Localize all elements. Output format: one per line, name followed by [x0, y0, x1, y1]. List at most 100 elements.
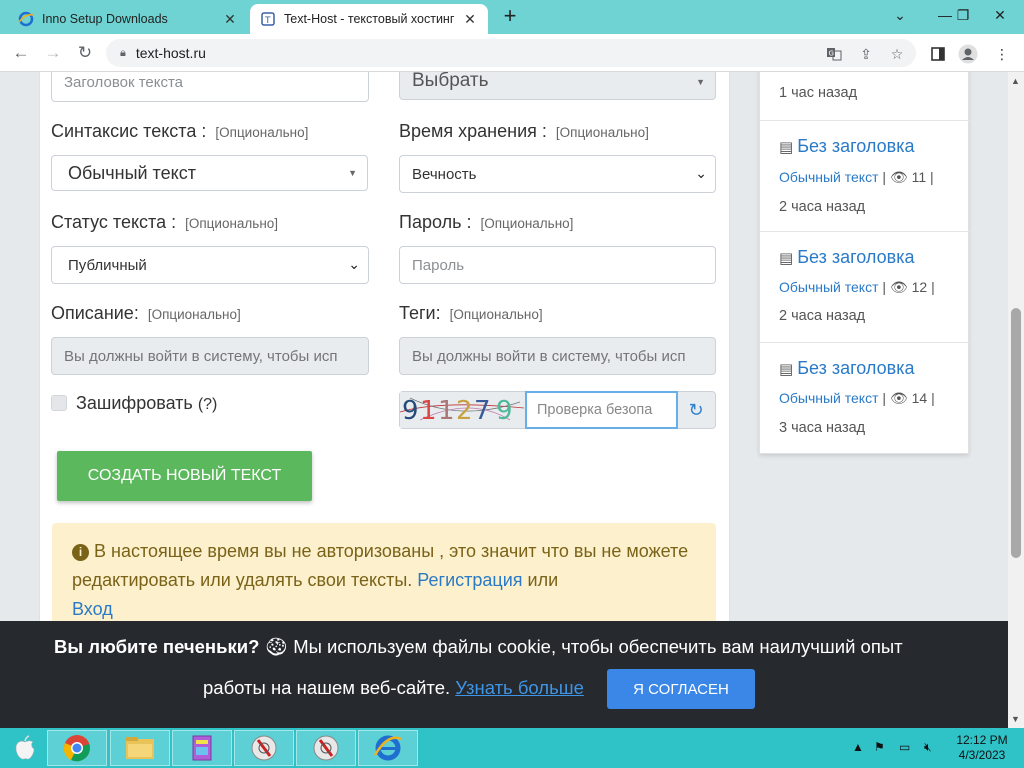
tab-text-host[interactable]: T Text-Host - текстовый хостинг ✕ — [250, 4, 488, 34]
create-text-button[interactable]: СОЗДАТЬ НОВЫЙ ТЕКСТ — [57, 451, 312, 501]
view-count: 12 — [911, 279, 928, 295]
volume-icon[interactable]: 🔇︎ — [924, 740, 932, 755]
close-window-icon[interactable]: ✕ — [980, 0, 1020, 30]
document-icon: ▤ — [779, 361, 794, 378]
password-optional: [Опционально] — [480, 216, 574, 231]
restore-icon[interactable]: ❐ — [943, 0, 983, 30]
setup-icon[interactable] — [296, 730, 356, 766]
recent-meta: Обычный текст | 👁︎ 11 | — [779, 169, 934, 185]
status-optional: [Опционально] — [185, 216, 279, 231]
cookie-text-line2: работы на нашем веб-сайте. Узнать больше — [203, 677, 584, 699]
tab-title: Text-Host - текстовый хостинг — [284, 12, 455, 26]
chevron-down-icon: ⌄ — [695, 165, 707, 181]
register-link[interactable]: Регистрация — [417, 570, 522, 590]
cookie-icon: 🍪︎ — [264, 636, 289, 657]
list-item: ▤ Без заголовка Обычный текст | 👁︎ 11 | 2… — [760, 120, 970, 232]
back-icon[interactable]: ← — [8, 40, 34, 66]
cookie-banner: Вы любите печеньки? 🍪︎ Мы используем фай… — [0, 621, 1008, 728]
expiry-select-value: Вечность — [412, 165, 477, 183]
accept-cookies-button[interactable]: Я СОГЛАСЕН — [607, 669, 755, 709]
reload-icon[interactable]: ↻ — [72, 40, 98, 66]
cookie-message-2: работы на нашем веб-сайте. — [203, 677, 451, 698]
forward-icon[interactable]: → — [40, 40, 66, 66]
caret-down-icon: ▼ — [348, 168, 357, 178]
login-link[interactable]: Вход — [72, 599, 113, 619]
encrypt-label[interactable]: Зашифровать (?) — [76, 393, 217, 414]
expiry-select[interactable]: Вечность ⌄ — [399, 155, 716, 193]
translate-icon[interactable]: G — [824, 44, 844, 64]
page-scrollbar[interactable]: ▲ ▼ — [1008, 72, 1024, 728]
description-label-text: Описание: — [51, 303, 139, 323]
system-clock[interactable]: 12:12 PM 4/3/2023 — [952, 733, 1012, 763]
scroll-down-icon[interactable]: ▼ — [1011, 714, 1020, 724]
list-item: ▤ Без заголовка Обычный текст | 👁︎ 14 | 3… — [760, 343, 970, 455]
document-icon: ▤ — [779, 139, 794, 156]
tags-label-text: Теги: — [399, 303, 441, 323]
encrypt-label-text: Зашифровать — [76, 393, 193, 413]
recent-title-link[interactable]: ▤ Без заголовка — [779, 358, 914, 379]
tab-inno-setup[interactable]: Inno Setup Downloads ✕ — [8, 4, 248, 34]
network-icon[interactable]: ▭ — [899, 740, 910, 754]
close-icon[interactable]: ✕ — [462, 11, 478, 27]
syntax-select[interactable]: Обычный текст ▼ — [51, 155, 368, 191]
setup-icon[interactable] — [234, 730, 294, 766]
menu-icon[interactable]: ⋮ — [992, 44, 1012, 64]
status-select[interactable]: Публичный ⌄ — [51, 246, 369, 284]
recent-meta: Обычный текст | 👁︎ 12 | — [779, 279, 935, 295]
profile-icon[interactable] — [958, 44, 978, 64]
lock-icon[interactable]: 🔒︎ — [120, 47, 126, 60]
syntax-link[interactable]: Обычный текст — [779, 390, 879, 406]
recent-time: 3 часа назад — [779, 420, 866, 436]
document-icon: ▤ — [779, 250, 794, 267]
syntax-label: Синтаксис текста : [Опционально] — [51, 121, 308, 142]
refresh-icon[interactable]: ↻ — [677, 392, 715, 428]
list-item: ▤ Без заголовка Обычный текст | 👁︎ 12 | 2… — [760, 232, 970, 343]
tags-optional: [Опционально] — [449, 307, 543, 322]
scroll-up-icon[interactable]: ▲ — [1011, 76, 1020, 86]
caret-down-icon: ▼ — [696, 77, 705, 87]
recent-title-link[interactable]: ▤ Без заголовка — [779, 136, 914, 157]
close-icon[interactable]: ✕ — [222, 11, 238, 27]
taskbar: ▲ ⚑ ▭ 🔇︎ 12:12 PM 4/3/2023 — [0, 728, 1024, 768]
plus-icon[interactable]: + — [498, 5, 522, 28]
category-select[interactable]: Выбрать ▼ — [399, 72, 716, 100]
alert-or: или — [527, 570, 559, 590]
recent-time: 2 часа назад — [779, 308, 866, 324]
learn-more-link[interactable]: Узнать больше — [455, 677, 584, 698]
alert-text: В настоящее время вы не авторизованы , э… — [72, 541, 689, 590]
ie-icon — [18, 11, 34, 27]
chrome-icon[interactable] — [47, 730, 107, 766]
category-select-value: Выбрать — [412, 72, 489, 91]
description-optional: [Опционально] — [147, 307, 241, 322]
flag-icon[interactable]: ⚑ — [874, 740, 885, 754]
star-icon[interactable]: ☆ — [887, 44, 907, 64]
recent-title-link[interactable]: ▤ Без заголовка — [779, 247, 914, 268]
chevron-down-icon[interactable]: ⌄ — [880, 0, 920, 30]
folder-icon[interactable] — [110, 730, 170, 766]
apple-icon[interactable] — [0, 730, 50, 766]
encrypt-checkbox[interactable] — [51, 395, 67, 411]
app-icon[interactable] — [172, 730, 232, 766]
scroll-thumb[interactable] — [1011, 308, 1021, 558]
recent-texts-sidebar: 1 час назад ▤ Без заголовка Обычный текст… — [759, 72, 970, 455]
syntax-link[interactable]: Обычный текст — [779, 279, 879, 295]
sidebar-icon[interactable] — [928, 44, 948, 64]
password-input[interactable]: Пароль — [399, 246, 716, 284]
eye-icon: 👁︎ — [889, 169, 908, 185]
title-input[interactable]: Заголовок текста — [51, 72, 369, 102]
description-label: Описание: [Опционально] — [51, 303, 241, 324]
url-text: text-host.ru — [135, 45, 206, 61]
cookie-heading: Вы любите печеньки? — [54, 636, 260, 657]
chevron-up-icon[interactable]: ▲ — [852, 740, 864, 754]
ie-icon[interactable] — [358, 730, 418, 766]
svg-text:T: T — [264, 16, 271, 26]
url-bar[interactable]: 🔒︎ text-host.ru — [106, 39, 916, 67]
cookie-text-line1: Вы любите печеньки? 🍪︎ Мы используем фай… — [54, 636, 903, 658]
syntax-link[interactable]: Обычный текст — [779, 169, 879, 185]
expiry-label: Время хранения : [Опционально] — [399, 121, 649, 142]
encrypt-help[interactable]: (?) — [198, 396, 218, 413]
svg-text:9: 9 — [496, 396, 513, 426]
recent-title: Без заголовка — [797, 247, 915, 267]
share-icon[interactable]: ⇪ — [856, 44, 876, 64]
captcha-input[interactable]: Проверка безопа — [525, 391, 678, 429]
